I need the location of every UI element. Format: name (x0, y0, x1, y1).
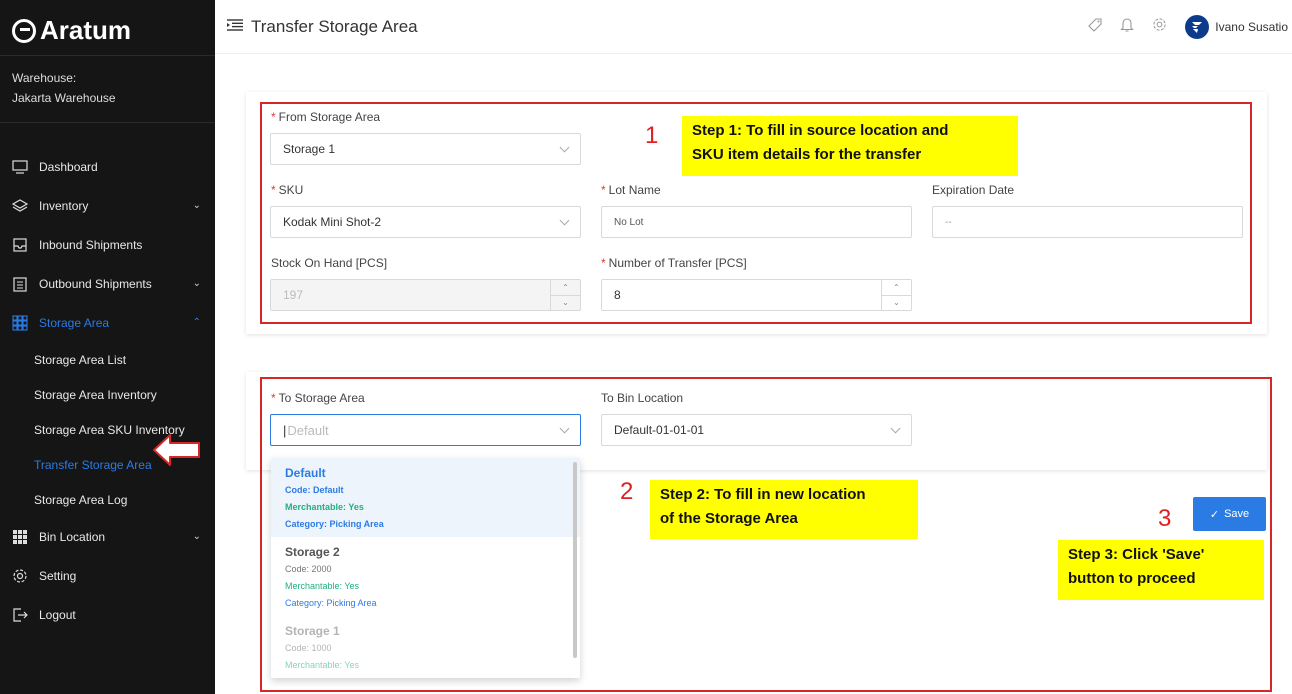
sidebar-item-setting[interactable]: Setting (0, 556, 215, 595)
sidebar-item-storage-area[interactable]: Storage Area ⌃ (0, 303, 215, 342)
grid-icon (11, 314, 29, 332)
sidebar-subitem-storage-area-list[interactable]: Storage Area List (0, 342, 215, 377)
inbox-icon (11, 236, 29, 254)
sidebar: Aratum Warehouse: Jakarta Warehouse Dash… (0, 0, 215, 694)
logo-icon (12, 18, 36, 43)
sidebar-subitem-storage-area-inventory[interactable]: Storage Area Inventory (0, 377, 215, 412)
brand-name: Aratum (40, 15, 132, 45)
warehouse-info: Warehouse: Jakarta Warehouse (0, 55, 215, 123)
sidebar-item-outbound[interactable]: Outbound Shipments ⌄ (0, 264, 215, 303)
brand-logo[interactable]: Aratum (0, 0, 215, 55)
warehouse-value: Jakarta Warehouse (12, 91, 116, 105)
tag-icon[interactable] (1088, 17, 1102, 37)
chevron-up-icon: ⌃ (192, 317, 201, 328)
sidebar-item-bin-location[interactable]: Bin Location ⌄ (0, 517, 215, 556)
annotation-step1: Step 1: To fill in source location and SK… (682, 116, 1018, 176)
chevron-down-icon: ⌄ (192, 200, 201, 211)
annotation-number-1: 1 (645, 122, 659, 149)
sidebar-item-label: Bin Location (39, 529, 106, 544)
sidebar-item-inbound[interactable]: Inbound Shipments (0, 225, 215, 264)
sidebar-item-label: Logout (39, 607, 76, 622)
settings-icon[interactable] (1152, 17, 1167, 37)
annotation-number-2: 2 (620, 478, 634, 505)
sidebar-item-dashboard[interactable]: Dashboard (0, 147, 215, 186)
header-actions: Ivano Susatio (1088, 0, 1288, 54)
monitor-icon (11, 158, 29, 176)
chevron-down-icon: ⌄ (192, 278, 201, 289)
sidebar-subitem-storage-area-log[interactable]: Storage Area Log (0, 482, 215, 517)
sidebar-item-label: Dashboard (39, 159, 98, 174)
layers-icon (11, 197, 29, 215)
user-name[interactable]: Ivano Susatio (1215, 20, 1288, 34)
annotation-arrow-icon (153, 434, 200, 466)
apps-icon (11, 528, 29, 546)
annotation-number-3: 3 (1158, 505, 1172, 532)
page-title: Transfer Storage Area (251, 16, 418, 36)
sidebar-item-label: Storage Area (39, 315, 110, 330)
clipboard-icon (11, 275, 29, 293)
sidebar-item-inventory[interactable]: Inventory ⌄ (0, 186, 215, 225)
chevron-down-icon: ⌄ (192, 531, 201, 542)
warehouse-label: Warehouse: (12, 71, 77, 85)
bell-icon[interactable] (1120, 17, 1135, 37)
logout-icon (11, 606, 29, 624)
avatar[interactable] (1185, 15, 1210, 39)
annotation-step3: Step 3: Click 'Save' button to proceed (1058, 540, 1264, 600)
gear-icon (11, 567, 29, 585)
sidebar-item-logout[interactable]: Logout (0, 595, 215, 634)
sidebar-item-label: Outbound Shipments (39, 276, 152, 291)
annotation-step2: Step 2: To fill in new location of the St… (650, 480, 918, 539)
sidebar-item-label: Inbound Shipments (39, 237, 143, 252)
sidebar-nav: Dashboard Inventory ⌄ Inbound Shipments … (0, 123, 215, 634)
menu-fold-icon[interactable] (227, 18, 243, 36)
sidebar-item-label: Setting (39, 568, 77, 583)
sidebar-item-label: Inventory (39, 198, 89, 213)
top-header: Transfer Storage Area Ivano Susatio (215, 0, 1292, 54)
